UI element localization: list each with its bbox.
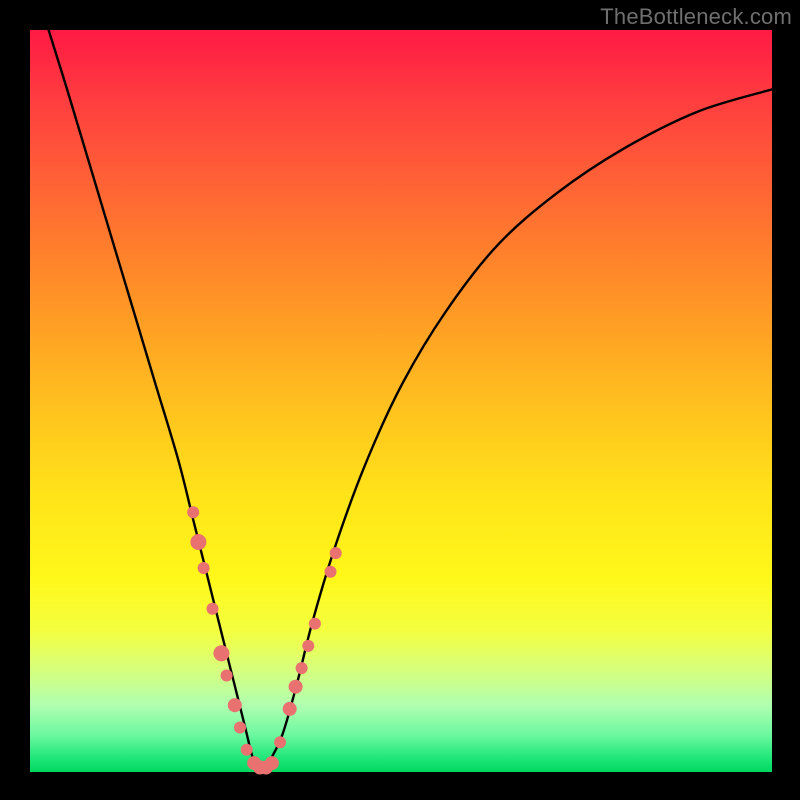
marker-group (187, 506, 342, 774)
data-marker (330, 547, 342, 559)
data-marker (187, 506, 199, 518)
chart-frame: TheBottleneck.com (0, 0, 800, 800)
data-marker (221, 670, 233, 682)
data-marker (190, 534, 206, 550)
data-marker (274, 736, 286, 748)
data-marker (309, 618, 321, 630)
plot-area (30, 30, 772, 772)
bottleneck-curve-path (49, 30, 772, 772)
data-marker (289, 680, 303, 694)
data-marker (228, 698, 242, 712)
data-marker (325, 566, 337, 578)
data-marker (302, 640, 314, 652)
chart-svg (30, 30, 772, 772)
watermark-label: TheBottleneck.com (600, 4, 792, 30)
data-marker (207, 603, 219, 615)
data-marker (241, 744, 253, 756)
data-marker (265, 756, 279, 770)
data-marker (198, 562, 210, 574)
data-marker (234, 722, 246, 734)
data-marker (296, 662, 308, 674)
data-marker (213, 645, 229, 661)
data-marker (283, 702, 297, 716)
